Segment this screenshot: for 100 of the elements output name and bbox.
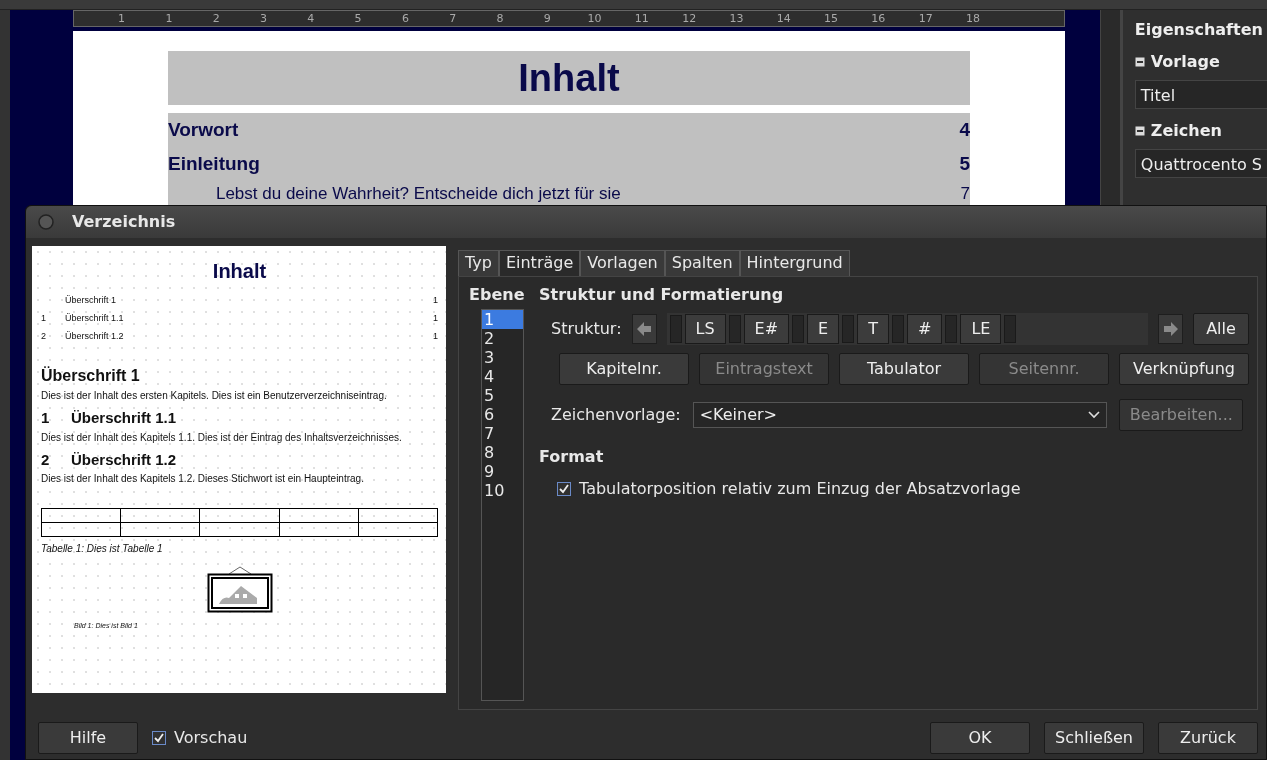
ruler-number: 16 <box>870 11 887 26</box>
page-number: 4 <box>959 117 970 142</box>
structure-token[interactable]: E <box>807 314 840 344</box>
heading: Überschrift 1 <box>41 365 140 386</box>
list-item[interactable]: 6 <box>482 405 523 424</box>
toc-entry: Vorwort <box>167 117 239 142</box>
ruler-number: 5 <box>353 11 363 26</box>
ruler-number: 6 <box>400 11 410 26</box>
ruler-number: 4 <box>306 11 316 26</box>
insert-button[interactable]: Verknüpfung <box>1119 353 1249 385</box>
paragraph: Dies ist der Inhalt des ersten Kapitels. Dies ist ein Benutzerverzeichniseintrag. <box>41 389 388 403</box>
checkbox[interactable] <box>152 731 166 745</box>
left-arrow-icon <box>636 321 652 337</box>
panel-title: Eigenschaften <box>1134 19 1264 41</box>
ruler-number: 14 <box>775 11 792 26</box>
structure-token[interactable]: LE <box>960 314 1002 344</box>
section-title: Vorlage <box>1150 51 1220 73</box>
list-item[interactable]: 2 <box>482 329 523 348</box>
ruler-number: 1 <box>164 11 174 26</box>
ruler-number: 12 <box>681 11 698 26</box>
dialog-button[interactable]: OK <box>930 722 1030 754</box>
list-item[interactable]: 10 <box>482 481 523 500</box>
insert-button[interactable]: Kapitelnr. <box>559 353 689 385</box>
list-item[interactable]: 3 <box>482 348 523 367</box>
table-caption: Tabelle 1: Dies ist Tabelle 1 <box>41 542 164 556</box>
list-item[interactable]: 9 <box>482 462 523 481</box>
style-dropdown[interactable]: <Keiner> <box>692 402 1107 428</box>
right-arrow-button[interactable] <box>1158 314 1183 344</box>
field-label: Struktur: <box>551 318 622 340</box>
ruler-number: 15 <box>823 11 840 26</box>
heading-number: 1 <box>41 408 51 428</box>
list-item[interactable]: 5 <box>482 386 523 405</box>
insert-button[interactable]: Tabulator <box>839 353 969 385</box>
check-icon <box>559 484 569 494</box>
left-arrow-button[interactable] <box>631 314 657 344</box>
list-item[interactable]: 8 <box>482 443 523 462</box>
window-title: Verzeichnis <box>72 211 176 233</box>
checkbox-label: Vorschau <box>174 727 248 749</box>
ruler-number: 10 <box>586 11 603 26</box>
empty-slot[interactable] <box>945 315 958 343</box>
toc-entry: Einleitung <box>167 151 260 176</box>
toc-entry: Überschrift 1.1 <box>65 312 125 326</box>
empty-slot[interactable] <box>728 315 741 343</box>
list-item[interactable]: 1 <box>482 310 523 329</box>
ruler-number: 17 <box>917 11 934 26</box>
right-arrow-icon <box>1162 321 1179 337</box>
section-heading: Format <box>539 446 605 468</box>
empty-slot[interactable] <box>842 315 855 343</box>
help-button[interactable]: Hilfe <box>38 722 138 754</box>
close-icon[interactable] <box>38 214 54 230</box>
tab[interactable]: Vorlagen <box>580 250 665 276</box>
style-dropdown[interactable]: Titel <box>1134 80 1267 109</box>
document-title: Inhalt <box>167 51 970 105</box>
structure-token[interactable]: E# <box>743 314 790 344</box>
checkbox[interactable] <box>557 482 571 496</box>
tab[interactable]: Typ <box>458 250 499 276</box>
preview-title: Inhalt <box>211 259 268 284</box>
ruler-number: 18 <box>964 11 981 26</box>
entry-number: 1 <box>41 312 47 326</box>
ruler-number: 2 <box>211 11 221 26</box>
structure-token[interactable]: T <box>857 314 889 344</box>
ruler-number: 9 <box>542 11 552 26</box>
tab[interactable]: Einträge <box>498 250 581 276</box>
paragraph: Dies ist der Inhalt des Kapitels 1.1. Dies ist der Eintrag des Inhaltsverzeichnisses. <box>41 430 403 445</box>
section-heading: Struktur und Formatierung <box>539 284 785 306</box>
section-title: Zeichen <box>1150 120 1222 142</box>
paragraph: Dies ist der Inhalt des Kapitels 1.2. Dieses Stichwort ist ein Haupteintrag. <box>41 472 365 486</box>
page-number: 7 <box>960 186 970 202</box>
collapse-icon[interactable] <box>1134 126 1145 136</box>
ruler-number: 8 <box>495 11 505 26</box>
ruler-number: 3 <box>259 11 268 26</box>
heading: Überschrift 1.2 <box>71 449 177 470</box>
page-number: 1 <box>433 312 438 326</box>
structure-token[interactable]: LS <box>684 314 726 344</box>
ruler-number: 13 <box>728 11 745 26</box>
structure-token[interactable]: # <box>907 314 943 344</box>
page-number: 1 <box>433 330 438 344</box>
collapse-icon[interactable] <box>1134 57 1145 67</box>
heading: Überschrift 1.1 <box>71 408 177 428</box>
dialog-button[interactable]: Zurück <box>1158 722 1258 754</box>
tab[interactable]: Spalten <box>664 250 740 276</box>
check-icon <box>154 733 164 743</box>
heading-number: 2 <box>41 449 51 470</box>
field-label: Zeichenvorlage: <box>551 404 681 426</box>
empty-slot[interactable] <box>669 315 682 343</box>
style-dropdown[interactable]: Quattrocento S <box>1134 149 1267 178</box>
tab[interactable]: Hintergrund <box>739 250 850 276</box>
empty-slot[interactable] <box>892 315 904 343</box>
dialog-button[interactable]: Schließen <box>1044 722 1144 754</box>
all-button[interactable]: Alle <box>1193 313 1249 345</box>
entry-number: 2 <box>41 330 47 344</box>
list-item[interactable]: 4 <box>482 367 523 386</box>
checkbox-label: Tabulatorposition relativ zum Einzug der Absatzvorlage <box>579 478 1021 500</box>
toc-entry: Überschrift 1 <box>65 294 118 308</box>
list-item[interactable]: 7 <box>482 424 523 443</box>
page-number: 5 <box>959 151 970 176</box>
page-number: 1 <box>433 294 438 308</box>
empty-slot[interactable] <box>792 315 805 343</box>
toc-entry: Lebst du deine Wahrheit? Entscheide dich jetzt für sie <box>215 186 621 202</box>
empty-slot[interactable] <box>1004 315 1017 343</box>
